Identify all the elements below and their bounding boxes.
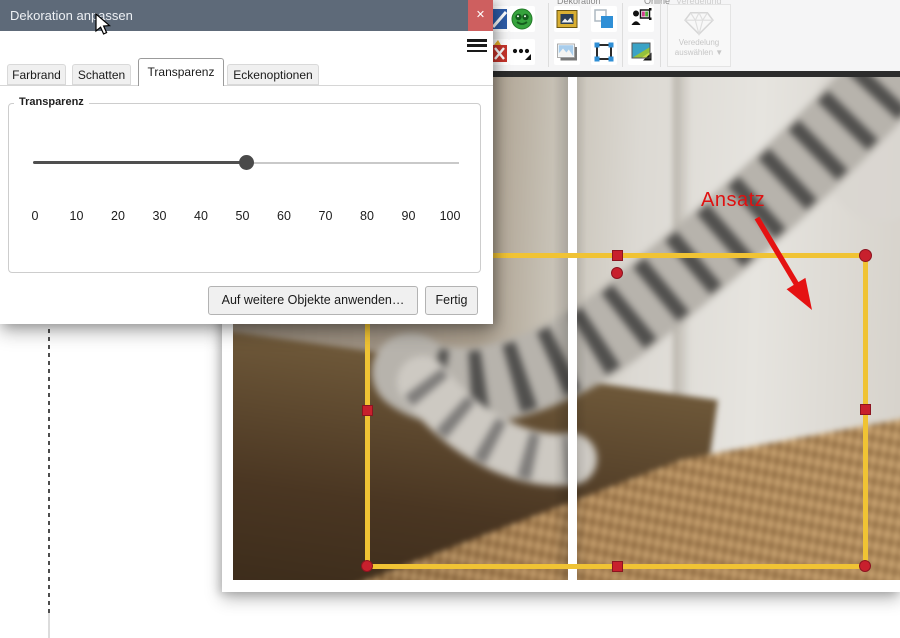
tick-label: 0 bbox=[31, 209, 39, 223]
dialog-title: Dekoration anpassen bbox=[10, 8, 133, 23]
handle-top-middle[interactable] bbox=[612, 250, 623, 261]
chevron-down-icon: ▼ bbox=[715, 48, 724, 57]
tick-label: 90 bbox=[401, 209, 416, 223]
mouse-cursor bbox=[95, 13, 112, 35]
tick-label: 30 bbox=[152, 209, 167, 223]
annotation-text[interactable]: Ansatz bbox=[701, 189, 765, 212]
transparency-group-label: Transparenz bbox=[14, 96, 89, 108]
toolbar-separator bbox=[660, 3, 661, 67]
handle-right-middle[interactable] bbox=[860, 404, 871, 415]
layout-guide-line bbox=[48, 329, 50, 613]
tick-label: 100 bbox=[439, 209, 461, 223]
toolbar-button-overlap[interactable] bbox=[591, 6, 617, 32]
tick-label: 40 bbox=[194, 209, 208, 223]
handle-bottom-middle[interactable] bbox=[612, 561, 623, 572]
handle-bottom-right[interactable] bbox=[859, 560, 871, 572]
smiley-icon bbox=[511, 8, 533, 30]
tab-pane-border bbox=[0, 85, 493, 86]
delete-star-partial-icon bbox=[493, 40, 507, 62]
apply-to-more-button[interactable]: Auf weitere Objekte anwenden… bbox=[208, 286, 418, 315]
handle-bottom-left[interactable] bbox=[361, 560, 373, 572]
toolbar-separator bbox=[548, 3, 549, 67]
transparency-slider-handle[interactable] bbox=[239, 155, 254, 170]
tab-transparenz[interactable]: Transparenz bbox=[138, 58, 224, 86]
handle-rotate[interactable] bbox=[611, 267, 623, 279]
toolbar-button-partial2[interactable] bbox=[493, 39, 509, 65]
dialog-titlebar[interactable]: Dekoration anpassen ✕ bbox=[0, 0, 493, 31]
toolbar-button-photo[interactable] bbox=[554, 39, 580, 65]
tab-schatten[interactable]: Schatten bbox=[72, 64, 131, 85]
decoration-dialog: Dekoration anpassen ✕ Farbrand Schatten … bbox=[0, 0, 493, 324]
tick-label: 80 bbox=[360, 209, 374, 223]
colorize-photo-icon bbox=[631, 42, 652, 61]
framed-picture-icon bbox=[556, 10, 578, 28]
toolbar: Dekoration Online Veredelung Veredelung … bbox=[493, 0, 900, 77]
close-button[interactable]: ✕ bbox=[468, 0, 493, 31]
hamburger-icon bbox=[467, 39, 487, 42]
dialog-menu-button[interactable] bbox=[467, 39, 487, 52]
app-window: Ansatz Dekoration Online Veredelung Vere… bbox=[0, 0, 900, 638]
toolbar-bottom-strip bbox=[493, 71, 900, 77]
tab-farbrand[interactable]: Farbrand bbox=[7, 64, 66, 85]
layout-guide-line-end bbox=[48, 613, 50, 638]
transparency-slider-track-filled[interactable] bbox=[33, 161, 247, 164]
tab-eckenoptionen[interactable]: Eckenoptionen bbox=[227, 64, 319, 85]
tick-label: 10 bbox=[69, 209, 84, 223]
overlap-squares-icon bbox=[594, 9, 613, 28]
toolbar-button-partial[interactable] bbox=[493, 6, 509, 32]
tick-label: 60 bbox=[277, 209, 291, 223]
toolbar-button-more[interactable] bbox=[509, 39, 535, 65]
toolbar-button-colorize[interactable] bbox=[628, 39, 654, 65]
tick-label: 70 bbox=[318, 209, 333, 223]
transparency-slider-track[interactable] bbox=[247, 162, 459, 164]
done-button[interactable]: Fertig bbox=[425, 286, 478, 315]
handle-top-right[interactable] bbox=[859, 249, 872, 262]
transparency-groupbox bbox=[8, 103, 481, 273]
close-icon: ✕ bbox=[475, 9, 486, 21]
toolbar-button-smiley[interactable] bbox=[509, 6, 535, 32]
tick-label: 50 bbox=[235, 209, 250, 223]
veredelung-button[interactable]: Veredelung auswählen ▼ bbox=[667, 4, 731, 67]
veredelung-label-2: auswählen bbox=[674, 48, 714, 57]
toolbar-separator bbox=[622, 3, 623, 67]
toolbar-button-frame[interactable] bbox=[591, 39, 617, 65]
diamond-icon bbox=[684, 11, 714, 36]
handle-left-middle[interactable] bbox=[362, 405, 373, 416]
toolbar-button-framed-picture[interactable] bbox=[554, 6, 580, 32]
frame-handles-icon bbox=[594, 42, 614, 62]
picture-partial-icon bbox=[493, 9, 508, 29]
toolbar-button-person-photo[interactable] bbox=[628, 6, 654, 32]
slider-tick-labels: 0 10 20 30 40 50 60 70 80 90 100 bbox=[19, 209, 466, 223]
tick-label: 20 bbox=[111, 209, 125, 223]
ellipsis-icon bbox=[512, 48, 531, 60]
person-photo-icon bbox=[631, 8, 652, 25]
photo-icon bbox=[557, 43, 577, 61]
veredelung-label-1: Veredelung bbox=[678, 38, 720, 47]
